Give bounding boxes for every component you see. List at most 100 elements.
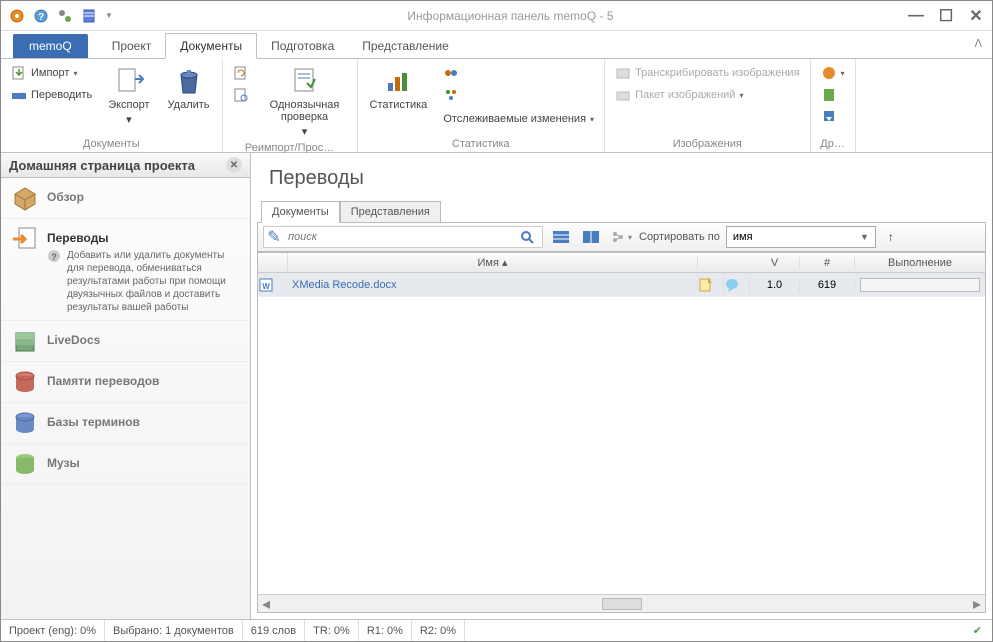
nav-label-livedocs: LiveDocs: [47, 327, 100, 347]
stats-label: Статистика: [370, 99, 428, 111]
import-button[interactable]: Импорт ▾: [7, 63, 96, 83]
ribbon-group-images: Транскрибировать изображения Пакет изобр…: [605, 59, 810, 152]
app-icon: [9, 8, 25, 24]
tab-documents[interactable]: Документы: [165, 33, 257, 59]
search-icon[interactable]: [520, 230, 542, 244]
other-btn1[interactable]: ▾: [817, 63, 849, 83]
transcribe-images-button: Транскрибировать изображения: [611, 63, 803, 83]
export-label: Экспорт: [108, 99, 149, 111]
title-bar: ? ▼ Информационная панель memoQ - 5 — ☐ …: [1, 1, 992, 31]
muses-icon: [11, 450, 39, 478]
table-row[interactable]: W XMedia Recode.docx 1.0 619: [258, 273, 985, 297]
export-button[interactable]: Экспорт ▾: [102, 63, 155, 128]
other-btn2[interactable]: [817, 85, 849, 105]
sidebar-item-muses[interactable]: Музы: [1, 444, 250, 485]
sidebar-close-icon[interactable]: ✕: [226, 157, 242, 173]
horizontal-scrollbar[interactable]: ◂ ▸: [258, 594, 985, 612]
close-button[interactable]: ✕: [968, 8, 984, 24]
translate-button[interactable]: Переводить: [7, 85, 96, 105]
doc-version: 1.0: [750, 279, 800, 291]
maximize-button[interactable]: ☐: [938, 8, 954, 24]
sidebar-item-translations[interactable]: Переводы ? Добавить или удалить документ…: [1, 219, 250, 321]
view-btn2[interactable]: [579, 226, 603, 248]
monolingual-button[interactable]: Одноязычная проверка ▾: [259, 63, 351, 140]
structure-btn[interactable]: ▾: [609, 226, 633, 248]
database-red-icon: [11, 368, 39, 396]
group-label-images: Изображения: [611, 136, 803, 152]
ribbon: Импорт ▾ Переводить Экспорт ▾ Удалить До…: [1, 59, 992, 153]
status-check-icon: ✔: [973, 624, 992, 637]
doc-name: XMedia Recode.docx: [288, 279, 698, 291]
sidebar-header: Домашняя страница проекта ✕: [1, 153, 250, 178]
view-btn1[interactable]: [549, 226, 573, 248]
export-icon: [113, 65, 145, 97]
track1-button[interactable]: [439, 63, 598, 83]
reimport-btn1[interactable]: [229, 63, 253, 83]
help-small-icon: ?: [47, 249, 61, 263]
workspace: Домашняя страница проекта ✕ Обзор Перево…: [1, 153, 992, 619]
window-controls: — ☐ ✕: [908, 8, 984, 24]
status-words: 619 слов: [243, 620, 305, 641]
import-label: Импорт: [31, 67, 69, 79]
sidebar-item-tb[interactable]: Базы терминов: [1, 403, 250, 444]
image-package-button: Пакет изображений ▾: [611, 85, 803, 105]
main-pane: Переводы Документы Представления ✎ ▾ Сор…: [251, 153, 992, 619]
ribbon-group-reimport: Одноязычная проверка ▾ Реимпорт/Прос…: [223, 59, 358, 152]
delete-button[interactable]: Удалить: [162, 63, 216, 113]
col-name[interactable]: Имя ▴: [288, 256, 698, 269]
package-icon: [615, 87, 631, 103]
settings-icon[interactable]: [57, 8, 73, 24]
nav-label-tm: Памяти переводов: [47, 368, 159, 388]
tab-view[interactable]: Представление: [348, 34, 463, 58]
nav-label-muses: Музы: [47, 450, 80, 470]
col-v[interactable]: V: [750, 257, 800, 269]
doc-toolbar: ✎ ▾ Сортировать по имя ▼ ↑: [257, 222, 986, 252]
col-hash[interactable]: #: [800, 257, 855, 269]
subtab-documents[interactable]: Документы: [261, 201, 340, 223]
edit-icon: ✎: [264, 227, 284, 247]
track-icon-1: [443, 65, 459, 81]
stats-button[interactable]: Статистика: [364, 63, 434, 113]
package-label: Пакет изображений: [635, 89, 735, 101]
monolingual-icon: [289, 65, 321, 97]
tracked-label: Отслеживаемые изменения: [443, 113, 586, 125]
note-icon[interactable]: [698, 277, 724, 293]
tracked-changes-button[interactable]: Отслеживаемые изменения ▾: [439, 111, 598, 127]
ribbon-group-documents: Импорт ▾ Переводить Экспорт ▾ Удалить До…: [1, 59, 223, 152]
tab-app[interactable]: memoQ: [13, 34, 88, 58]
subtab-views[interactable]: Представления: [340, 201, 441, 223]
qat-dropdown[interactable]: ▼: [105, 11, 113, 20]
translate-icon: [11, 87, 27, 103]
import-icon: [11, 65, 27, 81]
window-title: Информационная панель memoQ - 5: [113, 9, 908, 23]
track2-button[interactable]: [439, 85, 598, 105]
minimize-button[interactable]: —: [908, 8, 924, 24]
progress-bar: [860, 278, 980, 292]
other-btn3[interactable]: [817, 107, 849, 127]
nav-label-tb: Базы терминов: [47, 409, 140, 429]
status-bar: Проект (eng): 0% Выбрано: 1 документов 6…: [1, 619, 992, 641]
sort-select[interactable]: имя ▼: [726, 226, 876, 248]
sidebar-item-overview[interactable]: Обзор: [1, 178, 250, 219]
svg-text:?: ?: [51, 252, 57, 262]
sidebar-item-livedocs[interactable]: LiveDocs: [1, 321, 250, 362]
comment-icon[interactable]: [724, 277, 750, 293]
translate-label: Переводить: [31, 89, 92, 101]
col-progress[interactable]: Выполнение: [855, 257, 985, 269]
nav-label-translations: Переводы: [47, 225, 240, 245]
notebook-icon[interactable]: [81, 8, 97, 24]
search-input[interactable]: [284, 231, 520, 243]
sort-direction-button[interactable]: ↑: [882, 230, 900, 244]
help-icon[interactable]: ?: [33, 8, 49, 24]
group-label-stats: Статистика: [364, 136, 599, 152]
reimport-btn2[interactable]: [229, 85, 253, 105]
svg-text:W: W: [262, 282, 270, 291]
tab-project[interactable]: Проект: [98, 34, 166, 58]
ribbon-collapse-icon[interactable]: ᐱ: [974, 37, 982, 50]
transcribe-icon: [615, 65, 631, 81]
doc-count: 619: [800, 279, 855, 291]
sidebar-item-tm[interactable]: Памяти переводов: [1, 362, 250, 403]
search-box[interactable]: ✎: [263, 226, 543, 248]
tab-preparation[interactable]: Подготовка: [257, 34, 348, 58]
group-label-other: Др…: [817, 136, 849, 152]
